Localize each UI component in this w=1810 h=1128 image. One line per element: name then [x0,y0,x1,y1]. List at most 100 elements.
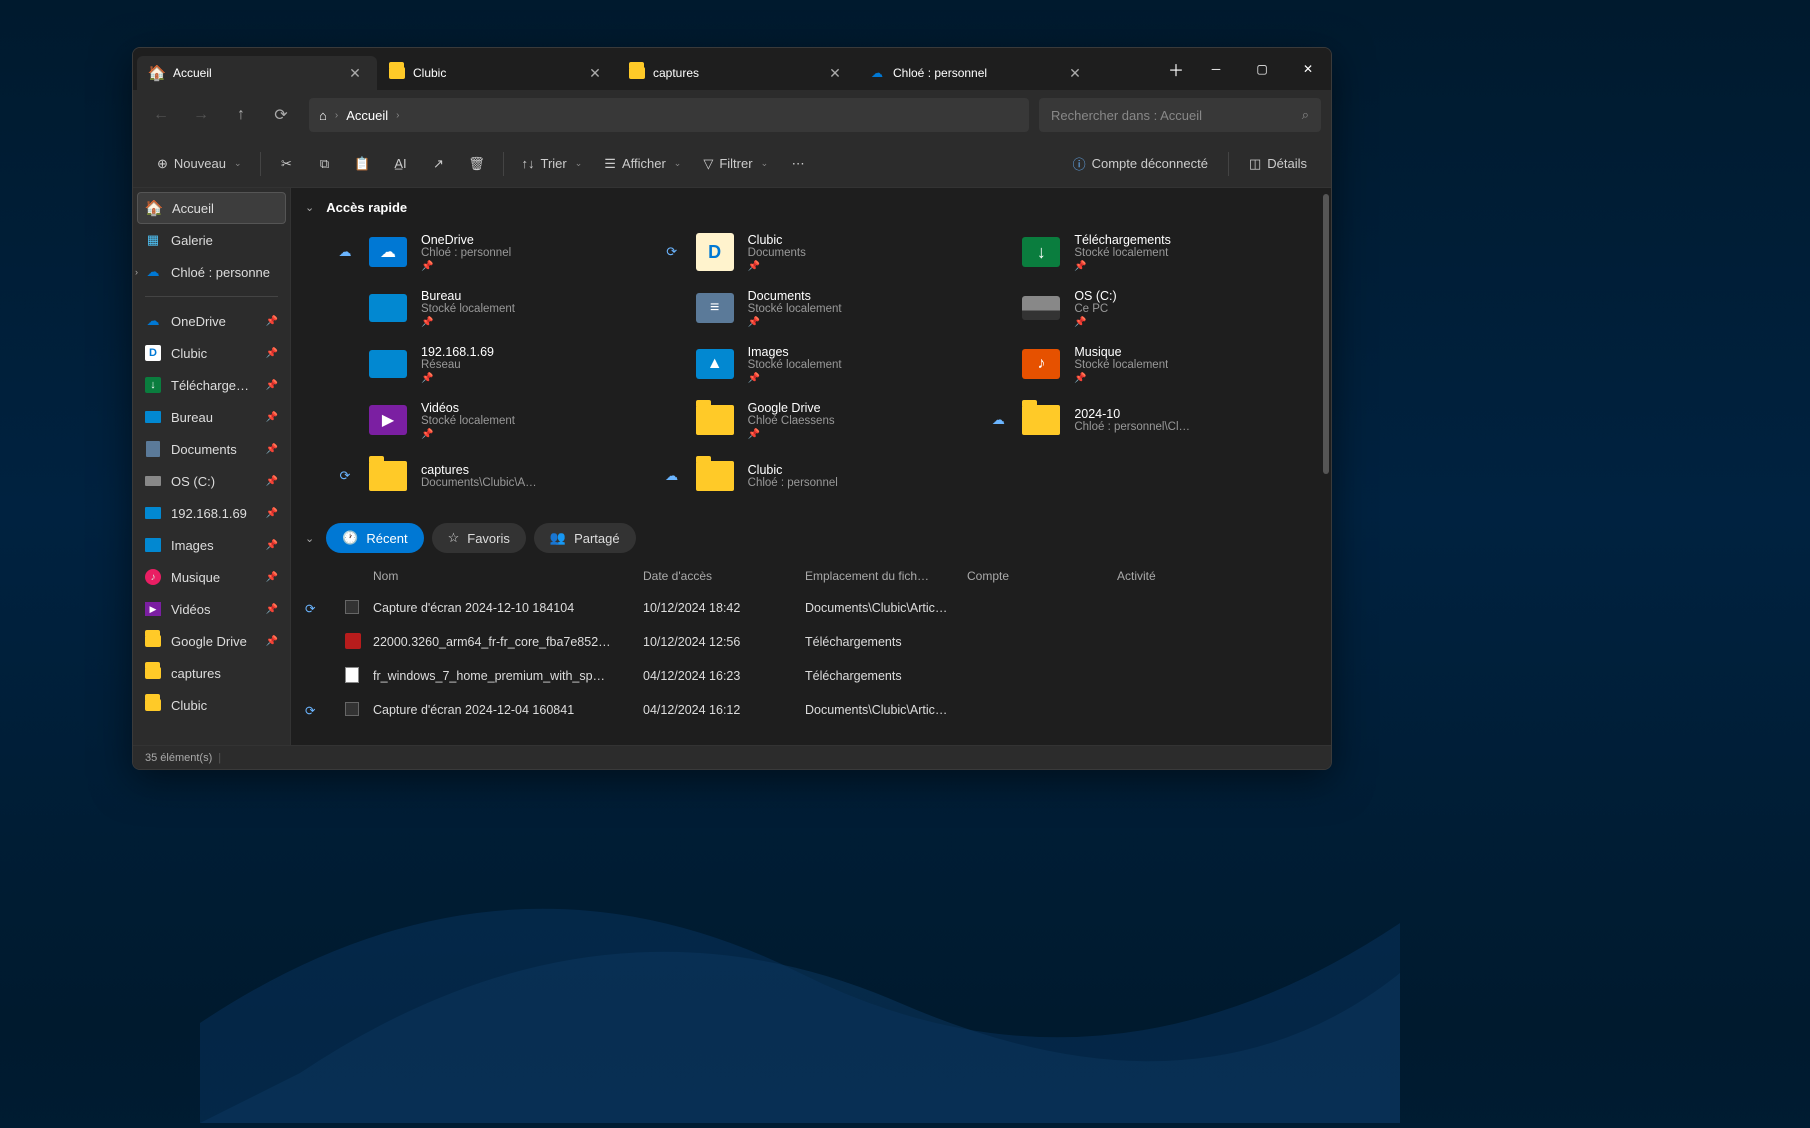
col-activity[interactable]: Activité [1117,569,1317,583]
explorer-window: 🏠Accueil✕Clubic✕captures✕☁Chloé : person… [132,47,1332,770]
minimize-button[interactable]: ─ [1193,48,1239,90]
quick-item-musique[interactable]: ♪ Musique Stocké localement 📌 [984,339,1291,389]
pill-partagé[interactable]: 👥Partagé [534,523,636,553]
sidebar-item-clubic[interactable]: Clubic [137,689,286,721]
col-location[interactable]: Emplacement du fich… [805,569,967,583]
delete-button[interactable]: 🗑 [459,147,495,181]
table-row[interactable]: ⟳ Capture d'écran 2024-12-10 184104 10/1… [305,591,1317,625]
chevron-right-icon[interactable]: › [135,267,138,277]
sidebar-item-google-drive[interactable]: Google Drive📌 [137,625,286,657]
copy-button[interactable]: ⧉ [307,147,343,181]
star-icon: ☆ [448,530,460,546]
search-input[interactable] [1051,108,1302,123]
sidebar-item-captures[interactable]: captures [137,657,286,689]
details-pane-button[interactable]: ◫ Détails [1239,147,1317,181]
table-row[interactable]: ⟳ Capture d'écran 2024-12-04 160841 04/1… [305,693,1317,727]
folder-icon [694,455,736,497]
video-icon: ▶ [367,399,409,441]
sidebar-item-192-168-1-69[interactable]: 192.168.1.69📌 [137,497,286,529]
table-row[interactable]: 22000.3260_arm64_fr-fr_core_fba7e852… 10… [305,625,1317,659]
tab-label: Chloé : personnel [893,66,987,80]
sort-button[interactable]: ↑↓ Trier ⌄ [512,147,593,181]
scrollbar[interactable] [1321,194,1331,614]
pill-récent[interactable]: 🕐Récent [326,523,423,553]
col-name[interactable]: Nom [373,569,643,583]
filter-button[interactable]: ▽ Filtrer ⌄ [693,147,778,181]
sidebar-item-musique[interactable]: ♪Musique📌 [137,561,286,593]
collapse-recent-button[interactable]: ⌄ [305,532,314,545]
quick-item-captures[interactable]: ⟳ captures Documents\Clubic\A… [331,451,638,501]
sidebar-item-clubic[interactable]: DClubic📌 [137,337,286,369]
tab-accueil[interactable]: 🏠Accueil✕ [137,56,377,90]
sidebar-item-accueil[interactable]: 🏠Accueil [137,192,286,224]
quick-item-onedrive[interactable]: ☁ ☁ OneDrive Chloé : personnel 📌 [331,227,638,277]
view-button[interactable]: ☰ Afficher ⌄ [594,147,691,181]
sidebar-label: Documents [171,442,256,457]
tab-chlo----personnel[interactable]: ☁Chloé : personnel✕ [857,56,1097,90]
refresh-button[interactable]: ⟳ [263,97,299,133]
tab-close-button[interactable]: ✕ [585,63,605,83]
maximize-button[interactable]: ▢ [1239,48,1285,90]
quick-sublabel: Chloé Claessens [748,415,835,427]
sidebar-item-onedrive[interactable]: ☁OneDrive📌 [137,305,286,337]
col-account[interactable]: Compte [967,569,1117,583]
tab-close-button[interactable]: ✕ [345,63,365,83]
sidebar-item-vid-os[interactable]: ▶Vidéos📌 [137,593,286,625]
cut-button[interactable]: ✂ [269,147,305,181]
col-date[interactable]: Date d'accès [643,569,805,583]
toolbar: ⊕ Nouveau ⌄ ✂ ⧉ 📋 A̲I ↗ 🗑 ↑↓ Trier ⌄ ☰ A… [133,140,1331,188]
new-button[interactable]: ⊕ Nouveau ⌄ [147,147,252,181]
sidebar-item-images[interactable]: Images📌 [137,529,286,561]
pin-icon: 📌 [266,476,278,487]
tab-clubic[interactable]: Clubic✕ [377,56,617,90]
monitor-icon [145,505,161,521]
sidebar-item-os--c--[interactable]: OS (C:)📌 [137,465,286,497]
music-icon: ♪ [145,569,161,585]
forward-button[interactable]: → [183,97,219,133]
paste-button[interactable]: 📋 [345,147,381,181]
file-location: Documents\Clubic\Artic… [805,703,967,717]
sidebar-item-bureau[interactable]: Bureau📌 [137,401,286,433]
search-icon: ⌕ [1302,107,1309,123]
new-tab-button[interactable]: ＋ [1159,48,1193,90]
more-button[interactable]: ⋯ [780,147,816,181]
quick-item-vid-os[interactable]: ▶ Vidéos Stocké localement 📌 [331,395,638,445]
quick-item-documents[interactable]: ≡ Documents Stocké localement 📌 [658,283,965,333]
desktop-icon [145,409,161,425]
sidebar-item-documents[interactable]: Documents📌 [137,433,286,465]
quick-item-192-168-1-69[interactable]: 192.168.1.69 Réseau 📌 [331,339,638,389]
share-button[interactable]: ↗ [421,147,457,181]
account-status-button[interactable]: ⓘ Compte déconnecté [1063,147,1218,181]
quick-item-2024-10[interactable]: ☁ 2024-10 Chloé : personnel\Cl… [984,395,1291,445]
gallery-icon: ▦ [145,232,161,248]
quick-item-os--c--[interactable]: OS (C:) Ce PC 📌 [984,283,1291,333]
back-button[interactable]: ← [143,97,179,133]
quick-item-clubic[interactable]: ⟳ D Clubic Documents 📌 [658,227,965,277]
tab-captures[interactable]: captures✕ [617,56,857,90]
quick-item-bureau[interactable]: Bureau Stocké localement 📌 [331,283,638,333]
sidebar-item-t-l-chargemen[interactable]: ↓Téléchargemen📌 [137,369,286,401]
quick-item-google-drive[interactable]: Google Drive Chloé Claessens 📌 [658,395,965,445]
funnel-icon: ▽ [703,156,713,172]
quick-item-images[interactable]: ▲ Images Stocké localement 📌 [658,339,965,389]
tab-close-button[interactable]: ✕ [825,63,845,83]
address-bar[interactable]: ⌂ › Accueil › [309,98,1029,132]
tab-close-button[interactable]: ✕ [1065,63,1085,83]
rename-button[interactable]: A̲I [383,147,419,181]
sidebar-item-galerie[interactable]: ▦Galerie [137,224,286,256]
up-button[interactable]: ↑ [223,97,259,133]
sidebar-item-chlo----personne[interactable]: ›☁Chloé : personne [137,256,286,288]
panel-icon: ◫ [1249,156,1261,172]
folder-icon [145,665,161,681]
monitor-icon [367,343,409,385]
clipboard-icon: 📋 [354,156,370,172]
pill-favoris[interactable]: ☆Favoris [432,523,526,553]
table-row[interactable]: fr_windows_7_home_premium_with_sp… 04/12… [305,659,1317,693]
sidebar-label: Bureau [171,410,256,425]
search-box[interactable]: ⌕ [1039,98,1321,132]
collapse-quick-access-button[interactable]: ⌄ [305,201,314,214]
quick-item-t-l-chargements[interactable]: ↓ Téléchargements Stocké localement 📌 [984,227,1291,277]
breadcrumb-root[interactable]: Accueil [346,108,388,123]
close-button[interactable]: ✕ [1285,48,1331,90]
quick-item-clubic[interactable]: ☁ Clubic Chloé : personnel [658,451,965,501]
